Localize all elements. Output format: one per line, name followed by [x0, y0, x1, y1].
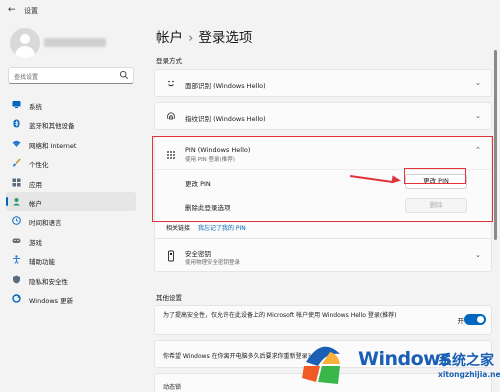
- shield-icon: [12, 275, 21, 284]
- avatar: [10, 28, 40, 58]
- sidebar: 查找设置 系统 蓝牙和其他设备 网络和 Internet 个性化 应用 帐户 时…: [0, 22, 145, 392]
- chevron-down-icon[interactable]: ⌄: [475, 112, 481, 120]
- search-input[interactable]: 查找设置: [8, 67, 134, 84]
- dynamic-lock-text: 动态锁: [163, 384, 182, 391]
- hello-only-toggle[interactable]: [464, 314, 486, 325]
- sidebar-item-accounts[interactable]: 帐户: [6, 191, 136, 212]
- chevron-down-icon[interactable]: ⌄: [475, 79, 481, 87]
- update-icon: [12, 294, 21, 303]
- window-title: 设置: [24, 7, 38, 15]
- windows-logo-icon: [302, 346, 340, 384]
- toggle-state-label: 开: [457, 317, 465, 325]
- breadcrumb: 帐户 › 登录选项: [156, 26, 252, 46]
- brush-icon: [12, 158, 21, 167]
- sidebar-item-accessibility[interactable]: 辅助功能: [6, 250, 136, 269]
- chevron-down-icon[interactable]: ⌄: [475, 251, 481, 259]
- sidebar-item-label: 帐户: [29, 199, 42, 208]
- title-bar: ← 设置: [0, 0, 500, 22]
- sidebar-item-label: 应用: [29, 180, 42, 189]
- back-arrow-icon[interactable]: ←: [8, 5, 16, 15]
- bluetooth-icon: [12, 119, 21, 128]
- sidebar-item-gaming[interactable]: 游戏: [6, 231, 136, 250]
- watermark-cn: 系统之家: [438, 353, 494, 369]
- clock-globe-icon: [12, 216, 21, 226]
- selection-indicator: [6, 196, 8, 206]
- fingerprint-icon: [165, 110, 177, 122]
- sidebar-item-label: 辅助功能: [29, 258, 55, 267]
- fingerprint-card[interactable]: 指纹识别 (Windows Hello) ⌄: [154, 102, 492, 130]
- breadcrumb-parent[interactable]: 帐户: [156, 30, 183, 46]
- sign-in-section-label: 登录方式: [156, 57, 182, 65]
- sidebar-item-windows-update[interactable]: Windows 更新: [6, 289, 136, 308]
- scrollbar[interactable]: [494, 50, 497, 240]
- face-recognition-title: 面部识别 (Windows Hello): [185, 82, 266, 90]
- account-icon: [12, 197, 21, 206]
- sidebar-item-time-language[interactable]: 时间和语言: [6, 211, 136, 230]
- sidebar-item-label: 网络和 Internet: [29, 141, 77, 150]
- sidebar-item-privacy[interactable]: 隐私和安全性: [6, 270, 136, 289]
- face-recognition-card[interactable]: 面部识别 (Windows Hello) ⌄: [154, 69, 492, 97]
- accessibility-icon: [12, 255, 21, 264]
- security-key-title: 安全密钥: [185, 250, 211, 258]
- sidebar-item-apps[interactable]: 应用: [6, 173, 136, 192]
- sidebar-item-system[interactable]: 系统: [6, 95, 136, 114]
- breadcrumb-chevron-icon: ›: [188, 30, 194, 46]
- search-icon[interactable]: [119, 70, 129, 80]
- security-key-subtitle: 使用物理安全密钥登录: [185, 260, 241, 266]
- sidebar-item-label: 系统: [29, 103, 42, 111]
- sidebar-nav: 系统 蓝牙和其他设备 网络和 Internet 个性化 应用 帐户 时间和语言 …: [6, 95, 136, 308]
- fingerprint-title: 指纹识别 (Windows Hello): [185, 115, 266, 123]
- page-title: 登录选项: [198, 30, 253, 46]
- related-links: 相关链接 我忘记了我的 PIN: [166, 223, 246, 232]
- sidebar-item-label: 个性化: [29, 161, 49, 170]
- hello-only-setting-text: 为了提高安全性，仅允许在此设备上的 Microsoft 帐户使用 Windows…: [163, 312, 397, 319]
- security-key-card[interactable]: 安全密钥 使用物理安全密钥登录 ⌄: [154, 238, 492, 272]
- annotation-button-highlight: [404, 168, 466, 184]
- apps-icon: [12, 178, 21, 187]
- sidebar-item-label: 隐私和安全性: [29, 277, 68, 286]
- face-icon: [165, 77, 177, 89]
- forgot-pin-link[interactable]: 我忘记了我的 PIN: [198, 225, 246, 232]
- sidebar-item-network[interactable]: 网络和 Internet: [6, 134, 136, 153]
- usb-key-icon: [165, 250, 177, 262]
- sidebar-item-personalization[interactable]: 个性化: [6, 153, 136, 172]
- sidebar-item-label: 蓝牙和其他设备: [29, 122, 75, 131]
- sidebar-item-label: Windows 更新: [29, 296, 74, 305]
- other-settings-label: 其他设置: [156, 294, 182, 302]
- sidebar-item-bluetooth[interactable]: 蓝牙和其他设备: [6, 114, 136, 133]
- hello-only-setting-card: 为了提高安全性，仅允许在此设备上的 Microsoft 帐户使用 Windows…: [154, 305, 492, 335]
- monitor-icon: [12, 100, 21, 109]
- search-placeholder: 查找设置: [14, 74, 39, 81]
- require-sign-in-text: 你希望 Windows 在你离开电脑多久后要求你重新登录?: [163, 353, 311, 360]
- annotation-arrow-head: [391, 175, 402, 185]
- related-links-label: 相关链接: [166, 225, 191, 232]
- sidebar-item-label: 游戏: [29, 238, 42, 247]
- blurred-user-name: [44, 38, 106, 47]
- gamepad-icon: [12, 236, 21, 245]
- watermark: Windows 系统之家 xitongzhijia.net: [296, 340, 500, 392]
- watermark-url: xitongzhijia.net: [438, 370, 500, 379]
- sidebar-item-label: 时间和语言: [29, 219, 62, 228]
- wifi-icon: [12, 139, 21, 148]
